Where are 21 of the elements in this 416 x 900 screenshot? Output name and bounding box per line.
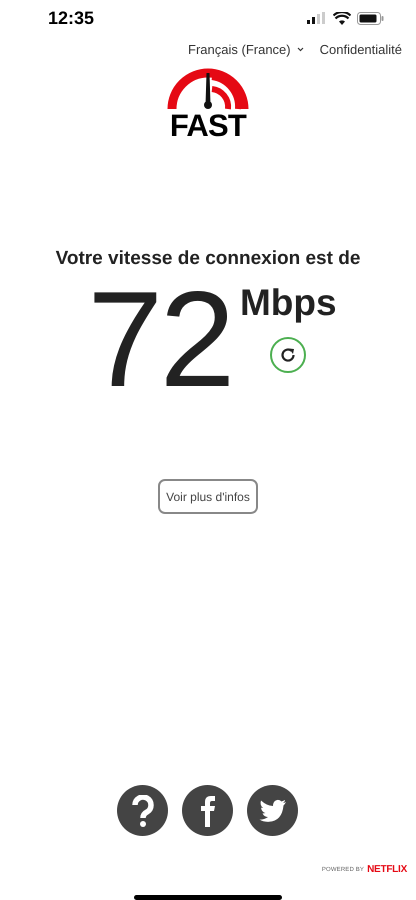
help-button[interactable] <box>117 785 168 836</box>
more-info-button[interactable]: Voir plus d'infos <box>158 479 258 514</box>
brand-text: NETFLIX <box>367 865 407 875</box>
battery-icon <box>357 12 384 25</box>
facebook-button[interactable] <box>182 785 233 836</box>
chevron-down-icon <box>296 46 304 52</box>
refresh-button[interactable] <box>270 337 306 373</box>
privacy-link[interactable]: Confidentialité <box>320 40 402 60</box>
speed-heading: Votre vitesse de connexion est de <box>54 246 362 270</box>
status-time: 12:35 <box>48 6 94 30</box>
language-dropdown[interactable]: Français (France) <box>188 40 304 60</box>
signal-icon <box>307 12 327 24</box>
wifi-icon <box>333 12 351 25</box>
facebook-icon <box>200 794 216 826</box>
refresh-icon <box>279 346 298 364</box>
question-icon <box>132 794 154 826</box>
bird-icon <box>258 799 286 822</box>
speed-unit: Mbps <box>240 281 337 325</box>
twitter-button[interactable] <box>247 785 298 836</box>
speed-value: 72 <box>87 277 232 401</box>
logo-text: FAST <box>170 110 246 140</box>
